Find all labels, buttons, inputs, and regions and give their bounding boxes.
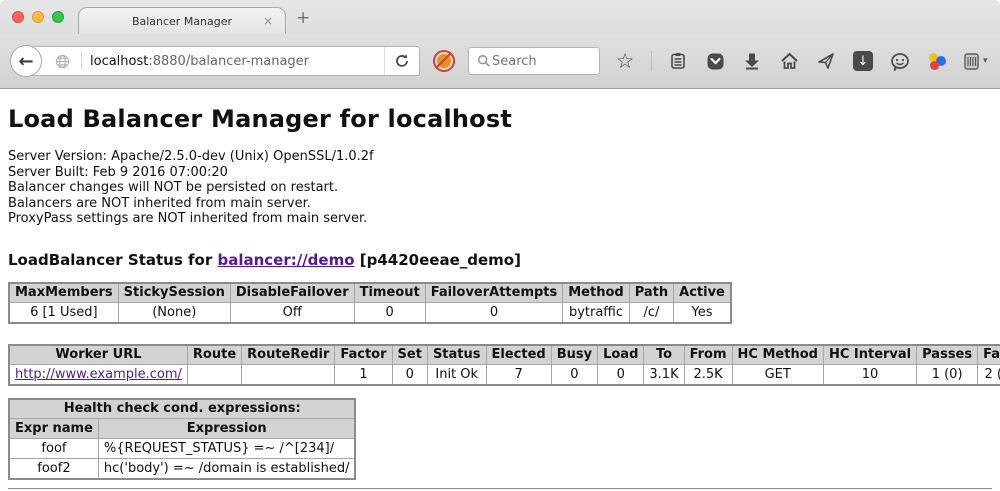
container-tabs-icon[interactable]: ▾	[963, 50, 988, 72]
table-row: 6 [1 Used] (None) Off 0 0 bytraffic /c/ …	[9, 303, 731, 323]
content-blocker-icon[interactable]	[433, 50, 455, 72]
health-check-expressions-table: Health check cond. expressions: Expr nam…	[8, 398, 356, 480]
proxypass-warning-line: ProxyPass settings are NOT inherited fro…	[8, 211, 992, 227]
down-arrow-glyph: ↓	[858, 54, 869, 69]
reading-list-icon[interactable]	[667, 50, 689, 72]
send-page-icon[interactable]	[815, 50, 837, 72]
tab-title: Balancer Manager	[132, 15, 232, 28]
browser-chrome: Balancer Manager × + ← localhost:8880/ba…	[0, 0, 1000, 89]
balancer-settings-table: MaxMembers StickySession DisableFailover…	[8, 282, 732, 324]
dropdown-caret-icon: ▾	[983, 56, 988, 66]
page-content: Load Balancer Manager for localhost Serv…	[0, 89, 1000, 490]
inherit-warning-line: Balancers are NOT inherited from main se…	[8, 196, 992, 212]
reload-icon	[394, 53, 410, 69]
persist-warning-line: Balancer changes will NOT be persisted o…	[8, 180, 992, 196]
server-version-line: Server Version: Apache/2.5.0-dev (Unix) …	[8, 149, 992, 165]
page-divider	[8, 488, 992, 490]
table-row: foof2 hc('body') =~ /domain is establish…	[9, 459, 355, 479]
table-row: foof %{REQUEST_STATUS} =~ /^[234]/	[9, 439, 355, 459]
back-button[interactable]: ←	[10, 45, 42, 77]
zoom-window-button[interactable]	[52, 11, 64, 23]
minimize-window-button[interactable]	[32, 11, 44, 23]
title-bar: Balancer Manager × +	[0, 0, 1000, 34]
table-header-row: Worker URL Route RouteRedir Factor Set S…	[9, 345, 1000, 365]
reload-button[interactable]	[384, 47, 419, 75]
bookmark-star-icon[interactable]: ☆	[614, 50, 636, 72]
back-arrow-icon: ←	[18, 51, 33, 72]
downloads-panel-icon[interactable]: ↓	[852, 50, 874, 72]
worker-url-link[interactable]: http://www.example.com/	[15, 367, 182, 382]
worker-status-table: Worker URL Route RouteRedir Factor Set S…	[8, 344, 1000, 386]
extension-dots-icon[interactable]	[926, 50, 948, 72]
tab-close-icon[interactable]: ×	[263, 14, 273, 28]
window-controls	[12, 11, 64, 23]
urlbar-divider	[81, 52, 82, 70]
globe-icon	[51, 50, 73, 72]
server-built-line: Server Built: Feb 9 2016 07:00:20	[8, 165, 992, 181]
url-bar[interactable]: localhost:8880/balancer-manager	[28, 46, 420, 76]
search-input[interactable]	[492, 54, 577, 69]
new-tab-button[interactable]: +	[296, 10, 310, 27]
search-bar[interactable]	[468, 47, 600, 75]
balancer-demo-link[interactable]: balancer://demo	[217, 251, 354, 269]
table-row: http://www.example.com/ 1 0 Init Ok 7 0 …	[9, 365, 1000, 385]
balancer-status-heading: LoadBalancer Status for balancer://demo …	[8, 251, 992, 269]
page-title: Load Balancer Manager for localhost	[8, 105, 992, 133]
table-title-row: Health check cond. expressions:	[9, 399, 355, 419]
navigation-toolbar: ← localhost:8880/balancer-manager ☆	[0, 34, 1000, 88]
url-host-text: localhost	[90, 54, 148, 69]
table-header-row: MaxMembers StickySession DisableFailover…	[9, 283, 731, 303]
feedback-smiley-icon[interactable]	[889, 50, 911, 72]
downloads-arrow-icon[interactable]	[741, 50, 763, 72]
tab-balancer-manager[interactable]: Balancer Manager ×	[78, 7, 286, 34]
home-icon[interactable]	[778, 50, 800, 72]
pocket-icon[interactable]	[704, 50, 726, 72]
health-table-title: Health check cond. expressions:	[9, 399, 355, 419]
search-icon	[476, 53, 492, 69]
close-window-button[interactable]	[12, 11, 24, 23]
table-header-row: Expr name Expression	[9, 419, 355, 439]
toolbar-icons: ☆ ↓	[614, 50, 1000, 72]
server-info: Server Version: Apache/2.5.0-dev (Unix) …	[8, 149, 992, 227]
url-path-text: :8880/balancer-manager	[148, 54, 309, 69]
